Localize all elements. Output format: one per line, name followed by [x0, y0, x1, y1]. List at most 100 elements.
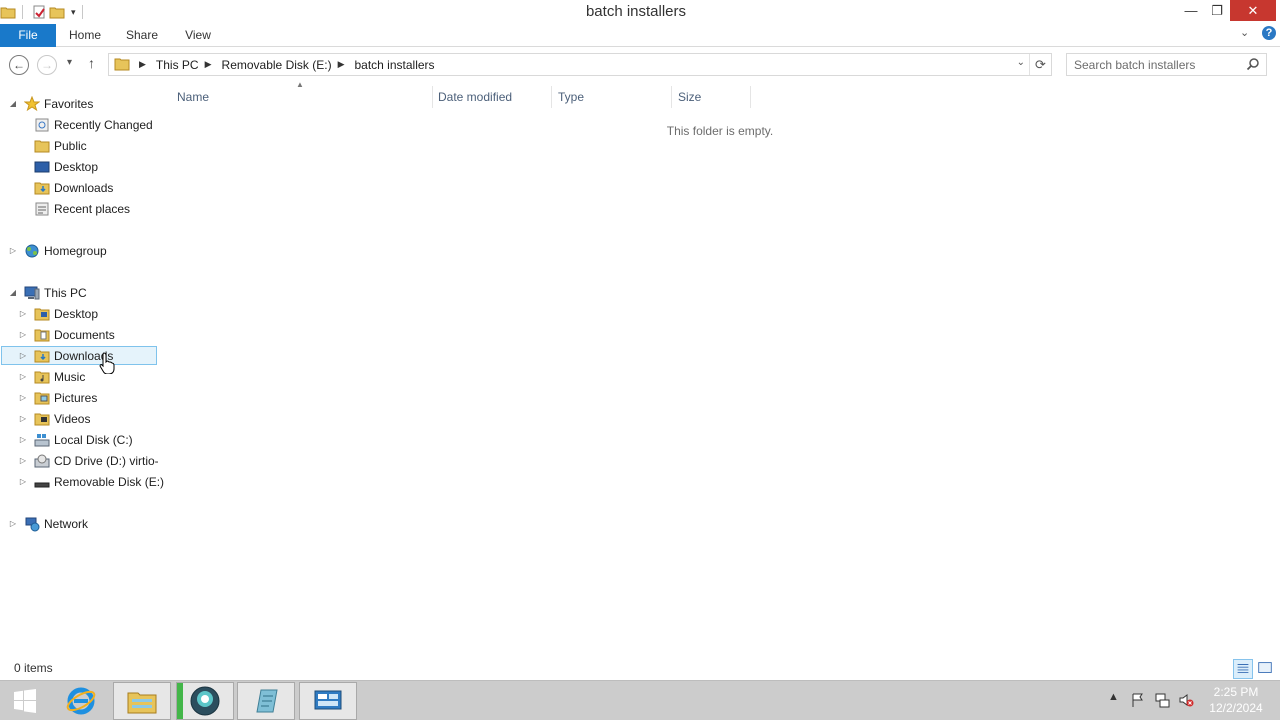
chevron-right-icon[interactable]: ▶	[139, 59, 146, 70]
taskbar-clock[interactable]: 2:25 PM 12/2/2024	[1196, 684, 1276, 716]
nav-music[interactable]: ▷ Music	[18, 367, 85, 386]
details-view-icon	[1237, 664, 1249, 674]
address-history-dropdown-icon[interactable]: ⌄	[1017, 57, 1025, 68]
chevron-right-icon[interactable]: ▶	[205, 59, 212, 70]
column-divider[interactable]	[551, 86, 552, 108]
nav-cd-drive-d[interactable]: ▷ CD Drive (D:) virtio-win	[18, 451, 158, 470]
refresh-button[interactable]: ⟳	[1029, 54, 1051, 75]
nav-fav-downloads[interactable]: Downloads	[18, 178, 113, 197]
nav-network[interactable]: ▷ Network	[8, 514, 88, 533]
nav-removable-disk-e[interactable]: ▷ Removable Disk (E:)	[18, 472, 164, 491]
tab-file[interactable]: File	[0, 24, 56, 47]
breadcrumb-this-pc[interactable]: This PC	[156, 58, 199, 72]
internet-explorer-icon	[66, 687, 96, 715]
search-input[interactable]	[1067, 54, 1242, 75]
music-folder-icon	[34, 371, 50, 383]
computer-icon	[24, 286, 40, 299]
nav-fav-desktop[interactable]: Desktop	[18, 157, 98, 176]
column-header-type[interactable]: Type	[558, 86, 671, 108]
breadcrumb-current-folder[interactable]: batch installers	[354, 58, 434, 72]
expand-ribbon-icon[interactable]: ⌄	[1240, 26, 1249, 44]
nav-local-disk-c[interactable]: ▷ Local Disk (C:)	[18, 430, 133, 449]
nav-favorites[interactable]: ◢ Favorites	[8, 94, 93, 113]
window-title: batch installers	[585, 3, 687, 20]
nav-videos[interactable]: ▷ Videos	[18, 409, 91, 428]
title-bar: ▾ batch installers — ❐ ✕	[0, 0, 1280, 24]
address-bar[interactable]: ▶ This PC ▶ Removable Disk (E:) ▶ batch …	[108, 53, 1052, 76]
expand-arrow-icon[interactable]: ▷	[8, 246, 18, 255]
column-divider[interactable]	[750, 86, 751, 108]
recent-places-icon	[35, 202, 49, 215]
nav-recently-changed[interactable]: Recently Changed	[18, 115, 153, 134]
videos-folder-icon	[34, 413, 50, 425]
expand-arrow-icon[interactable]: ▷	[18, 414, 28, 423]
network-status-icon[interactable]	[1154, 692, 1170, 708]
nav-desktop[interactable]: ▷ Desktop	[18, 304, 98, 323]
up-arrow-icon: ↑	[88, 55, 95, 71]
column-header-date-modified[interactable]: Date modified	[438, 86, 551, 108]
search-box[interactable]	[1066, 53, 1267, 76]
action-center-flag-icon[interactable]	[1130, 692, 1146, 708]
nav-downloads[interactable]: ▷ Downloads	[1, 346, 157, 365]
expand-arrow-icon[interactable]: ▷	[18, 393, 28, 402]
back-arrow-icon: ←	[13, 58, 25, 72]
empty-folder-message: This folder is empty.	[666, 124, 774, 138]
column-header-size[interactable]: Size	[678, 86, 750, 108]
cloud-app-icon	[190, 686, 220, 716]
up-one-level-button[interactable]: ↑	[88, 55, 95, 71]
close-button[interactable]: ✕	[1230, 0, 1276, 21]
nav-pictures[interactable]: ▷ Pictures	[18, 388, 97, 407]
nav-homegroup[interactable]: ▷ Homegroup	[8, 241, 107, 260]
homegroup-icon	[25, 244, 39, 257]
taskbar-file-explorer[interactable]	[113, 682, 171, 720]
taskbar-server-manager[interactable]	[299, 682, 357, 720]
expand-arrow-icon[interactable]: ▷	[18, 372, 28, 381]
server-manager-icon	[314, 690, 342, 710]
tab-view[interactable]: View	[170, 24, 226, 47]
start-button[interactable]	[0, 682, 50, 720]
status-bar: 0 items	[0, 658, 1280, 680]
help-icon[interactable]: ?	[1262, 26, 1276, 40]
volume-muted-icon[interactable]	[1178, 692, 1194, 708]
taskbar-cloud-app[interactable]	[176, 682, 234, 720]
file-explorer-icon	[127, 692, 157, 714]
tab-home[interactable]: Home	[56, 24, 114, 47]
column-divider[interactable]	[671, 86, 672, 108]
breadcrumb-removable-disk[interactable]: Removable Disk (E:)	[222, 58, 332, 72]
expand-arrow-icon[interactable]: ▷	[18, 477, 28, 486]
refresh-icon: ⟳	[1035, 57, 1046, 72]
maximize-button[interactable]: ❐	[1204, 0, 1230, 21]
expand-arrow-icon[interactable]: ▷	[18, 309, 28, 318]
taskbar-internet-explorer[interactable]	[52, 682, 110, 720]
expand-arrow-icon[interactable]: ▷	[18, 330, 28, 339]
expand-arrow-icon[interactable]: ▷	[18, 435, 28, 444]
collapse-arrow-icon[interactable]: ◢	[8, 99, 18, 108]
details-view-button[interactable]	[1233, 659, 1253, 679]
back-button[interactable]: ←	[9, 55, 29, 75]
forward-arrow-icon: →	[41, 58, 53, 72]
large-icons-view-button[interactable]	[1256, 659, 1276, 679]
star-icon	[24, 95, 40, 111]
recent-locations-icon[interactable]: ▾	[67, 57, 72, 68]
nav-this-pc[interactable]: ◢ This PC	[8, 283, 87, 302]
large-icons-view-icon	[1258, 662, 1272, 673]
active-indicator	[177, 683, 183, 719]
network-icon	[25, 517, 40, 531]
chevron-right-icon[interactable]: ▶	[338, 59, 345, 70]
expand-arrow-icon[interactable]: ▷	[18, 456, 28, 465]
desktop-folder-icon	[34, 308, 50, 320]
column-header-name[interactable]: Name	[177, 86, 432, 108]
taskbar-notes-app[interactable]	[237, 682, 295, 720]
show-hidden-icons-icon[interactable]: ▲	[1108, 691, 1119, 703]
tab-share[interactable]: Share	[114, 24, 170, 47]
expand-arrow-icon[interactable]: ▷	[18, 351, 28, 360]
column-divider[interactable]	[432, 86, 433, 108]
nav-documents[interactable]: ▷ Documents	[18, 325, 115, 344]
nav-public[interactable]: Public	[18, 136, 87, 155]
collapse-arrow-icon[interactable]: ◢	[8, 288, 18, 297]
expand-arrow-icon[interactable]: ▷	[8, 519, 18, 528]
minimize-button[interactable]: —	[1178, 0, 1204, 21]
forward-button[interactable]: →	[37, 55, 57, 75]
nav-recent-places[interactable]: Recent places	[18, 199, 130, 218]
search-icon[interactable]	[1246, 57, 1260, 71]
